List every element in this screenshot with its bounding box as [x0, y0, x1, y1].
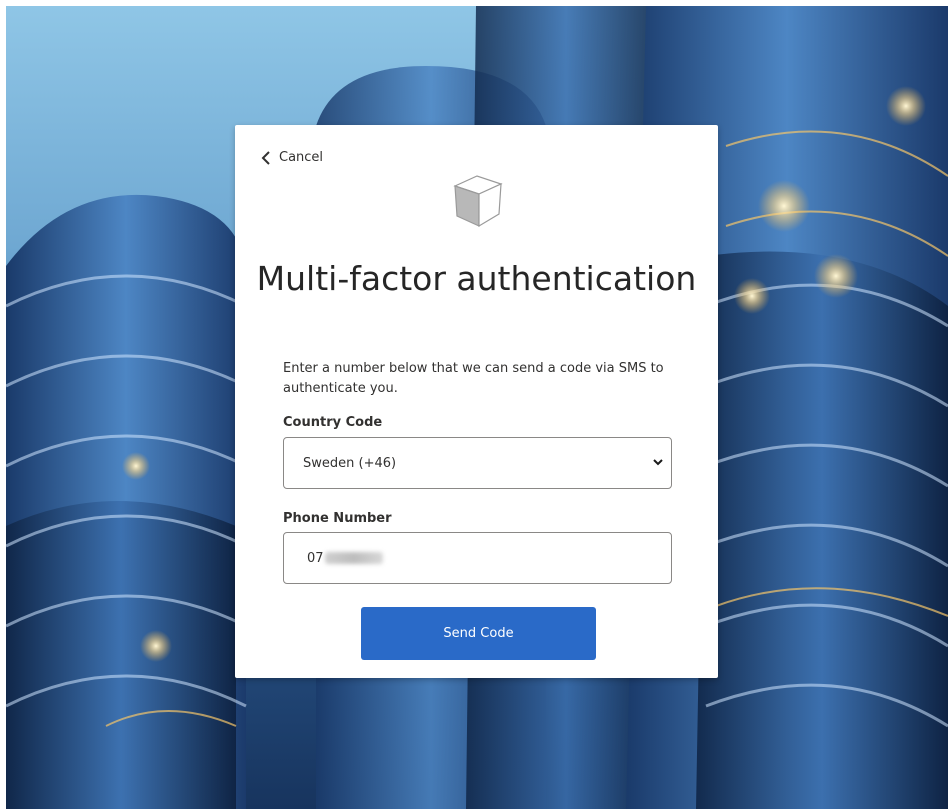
redacted-digits — [324, 552, 383, 564]
phone-number-label: Phone Number — [283, 511, 392, 526]
cancel-link[interactable]: Cancel — [260, 150, 323, 165]
phone-number-value: 07 — [307, 550, 324, 566]
phone-number-input[interactable]: 07 — [283, 532, 672, 584]
country-code-select[interactable]: Sweden (+46) — [283, 437, 672, 489]
cancel-label: Cancel — [279, 150, 324, 165]
country-code-value: Sweden (+46) — [303, 455, 397, 471]
send-code-button[interactable]: Send Code — [361, 607, 596, 660]
page-title: Multi-factor authentication — [256, 259, 697, 298]
chevron-down-icon — [653, 459, 663, 466]
description-text: Enter a number below that we can send a … — [283, 361, 664, 396]
cube-icon — [453, 175, 503, 228]
country-code-label: Country Code — [283, 415, 383, 430]
mfa-card: Cancel Multi-factor authentication Enter… — [235, 125, 718, 678]
send-code-label: Send Code — [443, 626, 514, 641]
chevron-left-icon — [261, 150, 270, 165]
